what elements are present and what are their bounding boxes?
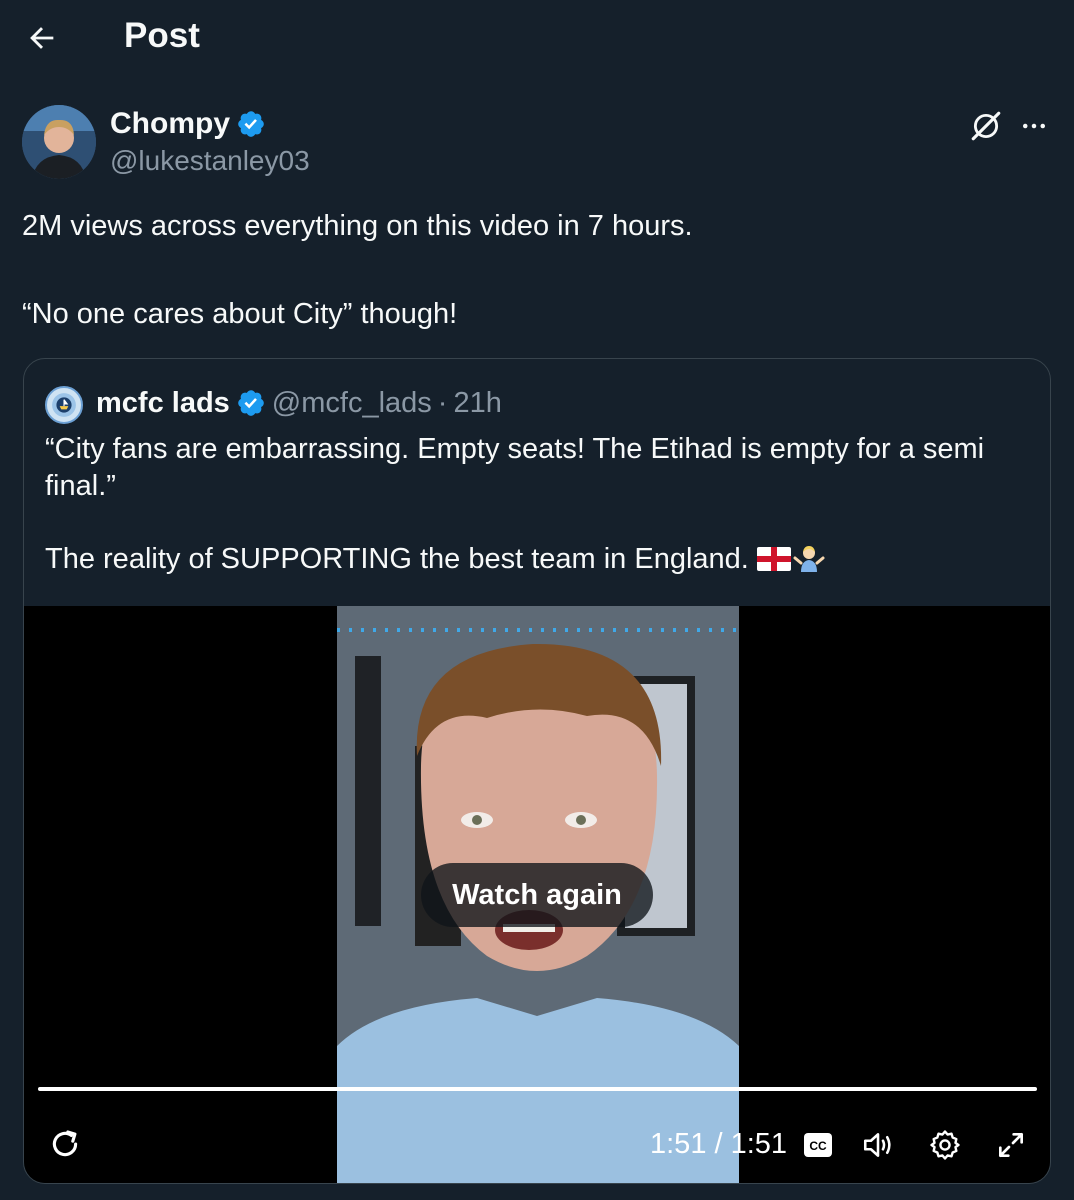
video-time: 1:51 / 1:51 <box>650 1128 788 1160</box>
quote-author-avatar[interactable] <box>45 386 83 424</box>
replay-button[interactable] <box>46 1125 84 1163</box>
quote-paragraph-text: The reality of SUPPORTING the best team … <box>45 543 749 575</box>
author-handle[interactable]: @lukestanley03 <box>110 142 310 180</box>
top-bar: Post <box>0 0 1074 76</box>
person-shrugging-icon <box>793 546 825 572</box>
post-text-line: 2M views across everything on this video… <box>22 210 693 242</box>
author-avatar[interactable] <box>22 105 96 179</box>
captions-button[interactable]: CC <box>799 1126 837 1164</box>
page-title: Post <box>124 16 200 55</box>
video-player[interactable]: Watch again 1:51 / 1:51 CC <box>24 606 1050 1183</box>
verified-badge-icon <box>238 111 264 137</box>
volume-icon <box>863 1133 891 1157</box>
back-button[interactable] <box>22 18 62 58</box>
quote-paragraph-2: The reality of SUPPORTING the best team … <box>45 541 1035 578</box>
grok-icon <box>971 111 1001 141</box>
quote-paragraph: “City fans are embarrassing. Empty seats… <box>45 433 985 502</box>
watch-again-button[interactable]: Watch again <box>421 863 653 927</box>
separator-dot: · <box>437 386 448 419</box>
fullscreen-icon <box>999 1133 1023 1157</box>
flag-england-icon <box>756 547 791 571</box>
quote-text: “City fans are embarrassing. Empty seats… <box>45 431 1035 578</box>
settings-icon <box>930 1130 960 1160</box>
captions-icon: CC <box>804 1133 832 1157</box>
video-progress-bar[interactable] <box>38 1087 1037 1091</box>
fullscreen-button[interactable] <box>992 1126 1030 1164</box>
author-name-text: Chompy <box>110 107 230 140</box>
quoted-post[interactable]: mcfc lads @mcfc_lads · 21h “City fans ar… <box>23 358 1051 1184</box>
svg-text:CC: CC <box>809 1139 827 1153</box>
back-arrow-icon <box>30 27 54 49</box>
club-crest-icon <box>52 393 76 417</box>
quote-author-name[interactable]: mcfc lads <box>96 387 230 420</box>
post-text-line: “No one cares about City” though! <box>22 298 458 330</box>
verified-badge-icon <box>237 390 264 416</box>
volume-button[interactable] <box>859 1126 897 1164</box>
more-icon <box>1023 123 1045 129</box>
more-button[interactable] <box>1014 106 1054 146</box>
grok-button[interactable] <box>966 106 1006 146</box>
quote-header: mcfc lads @mcfc_lads · 21h <box>96 383 502 423</box>
author-name[interactable]: Chompy <box>110 104 266 144</box>
post-text: 2M views across everything on this video… <box>22 208 1042 332</box>
quote-author-handle[interactable]: @mcfc_lads <box>272 387 432 420</box>
quote-timestamp[interactable]: 21h <box>453 387 501 420</box>
settings-button[interactable] <box>926 1126 964 1164</box>
replay-icon <box>52 1130 78 1157</box>
